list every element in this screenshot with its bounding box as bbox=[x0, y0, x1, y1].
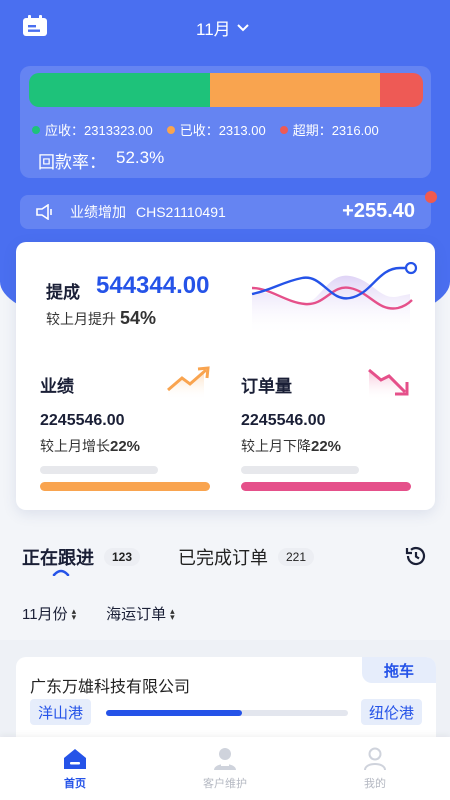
receivables-stacked-bar bbox=[29, 73, 423, 107]
month-label: 11月 bbox=[196, 20, 231, 39]
bottom-navigation: 首页 客户维护 我的 bbox=[0, 737, 450, 800]
route-progress-fill bbox=[106, 710, 242, 716]
metric-compare-label: 较上月下降 bbox=[241, 438, 311, 454]
legend-dot bbox=[279, 125, 288, 134]
commission-trend-chart bbox=[251, 262, 418, 336]
order-company: 广东万雄科技有限公司 bbox=[30, 679, 191, 696]
nav-label: 首页 bbox=[64, 778, 86, 790]
active-tab-indicator bbox=[52, 569, 70, 576]
metric-order-count[interactable]: 订单量 2245546.00 较上月下降22% bbox=[241, 368, 413, 491]
metric-compare-value: 22% bbox=[311, 438, 342, 455]
metric-compare-label: 较上月增长 bbox=[40, 438, 110, 454]
order-tabs: 正在跟进 123 已完成订单 221 bbox=[0, 540, 450, 580]
legend-text: 已收：2313.00 bbox=[179, 123, 266, 138]
notice-text: 业绩增加 bbox=[70, 204, 126, 220]
metric-compare-value: 22% bbox=[110, 438, 141, 455]
collection-rate-label: 回款率： bbox=[38, 153, 106, 172]
performance-notice[interactable]: 业绩增加 CHS21110491 +255.40 bbox=[20, 191, 437, 229]
tab-count-badge: 123 bbox=[104, 548, 141, 566]
trend-down-icon bbox=[368, 368, 409, 400]
filter-label: 11月份 bbox=[22, 606, 68, 623]
legend-dot bbox=[32, 125, 40, 134]
route-progress-track bbox=[106, 710, 348, 716]
filter-order-type[interactable]: 海运订单 ▴ ▾ bbox=[106, 603, 175, 624]
trend-area bbox=[252, 275, 410, 336]
commission-compare-value: 54% bbox=[120, 308, 157, 328]
receivables-summary-card: 应收：2313323.00 已收：2313.00 超期：2316.00 回款率： 5… bbox=[20, 66, 431, 178]
legend-item: 应收：2313323.00 bbox=[32, 120, 153, 139]
collection-rate: 回款率： 52.3% bbox=[38, 148, 164, 173]
trend-up-icon bbox=[167, 366, 210, 400]
filter-month[interactable]: 11月份 ▴ ▾ bbox=[22, 603, 76, 624]
tab-label: 已完成订单 bbox=[178, 548, 268, 568]
month-selector[interactable]: 11月 bbox=[196, 15, 249, 40]
destination-port: 纽伦港 bbox=[360, 699, 422, 725]
commission-label: 提成 bbox=[46, 283, 80, 302]
metric-performance[interactable]: 业绩 2245546.00 较上月增长22% bbox=[40, 366, 212, 491]
chevron-down-icon bbox=[236, 23, 249, 31]
metric-value: 2245546.00 bbox=[40, 412, 125, 429]
metric-compare: 较上月增长22% bbox=[40, 436, 140, 456]
order-type-tag: 拖车 bbox=[362, 657, 436, 683]
legend-text: 应收：2313323.00 bbox=[45, 123, 153, 138]
calendar-icon[interactable] bbox=[22, 15, 48, 37]
nav-label: 客户维护 bbox=[203, 778, 247, 790]
performance-card: 提成 544344.00 较上月提升 54% 业绩 2245546.00 较上月增… bbox=[16, 242, 435, 510]
history-icon[interactable] bbox=[404, 544, 428, 568]
bar-segment bbox=[379, 73, 423, 107]
metric-title: 订单量 bbox=[241, 377, 292, 396]
notice-amount: +255.40 bbox=[342, 200, 415, 222]
origin-port: 洋山港 bbox=[30, 699, 92, 725]
commission-value: 544344.00 bbox=[96, 272, 210, 299]
nav-profile[interactable]: 我的 bbox=[300, 737, 450, 800]
metric-title: 业绩 bbox=[40, 377, 74, 396]
tab-count-badge: 221 bbox=[278, 548, 315, 566]
top-bar: 11月 bbox=[0, 12, 450, 42]
metric-fill-bar bbox=[241, 482, 411, 491]
tab-following[interactable]: 正在跟进 123 bbox=[22, 544, 141, 570]
metric-value: 2245546.00 bbox=[241, 412, 326, 429]
collection-rate-value: 52.3% bbox=[116, 148, 165, 167]
nav-home[interactable]: 首页 bbox=[0, 737, 150, 800]
filter-bar: 11月份 ▴ ▾ 海运订单 ▴ ▾ bbox=[22, 603, 175, 624]
receivables-legend: 应收：2313323.00 已收：2313.00 超期：2316.00 bbox=[32, 120, 379, 139]
commission-compare-label: 较上月提升 bbox=[46, 311, 116, 327]
commission-compare: 较上月提升 54% bbox=[46, 308, 156, 329]
notice-order-code: CHS21110491 bbox=[136, 204, 226, 220]
legend-item: 超期：2316.00 bbox=[279, 120, 379, 139]
home-icon bbox=[64, 749, 86, 769]
trend-endpoint bbox=[404, 262, 418, 275]
metric-compare: 较上月下降22% bbox=[241, 436, 341, 456]
filter-label: 海运订单 bbox=[106, 606, 167, 623]
customer-icon bbox=[214, 748, 236, 770]
sort-icon: ▴ ▾ bbox=[71, 605, 77, 622]
legend-item: 已收：2313.00 bbox=[166, 120, 266, 139]
sort-icon: ▴ ▾ bbox=[170, 605, 175, 622]
bar-segment bbox=[210, 73, 380, 107]
nav-label: 我的 bbox=[364, 778, 386, 790]
speaker-icon bbox=[36, 204, 52, 220]
metric-fill-bar bbox=[40, 482, 210, 491]
tab-completed[interactable]: 已完成订单 221 bbox=[178, 544, 315, 570]
metric-track bbox=[40, 466, 158, 474]
tab-label: 正在跟进 bbox=[22, 548, 94, 568]
metric-track bbox=[241, 466, 359, 474]
nav-customer[interactable]: 客户维护 bbox=[150, 737, 300, 800]
legend-text: 超期：2316.00 bbox=[292, 123, 379, 138]
legend-dot bbox=[166, 125, 175, 134]
bar-segment bbox=[29, 73, 211, 107]
unread-dot bbox=[425, 191, 437, 203]
profile-icon bbox=[364, 747, 386, 771]
